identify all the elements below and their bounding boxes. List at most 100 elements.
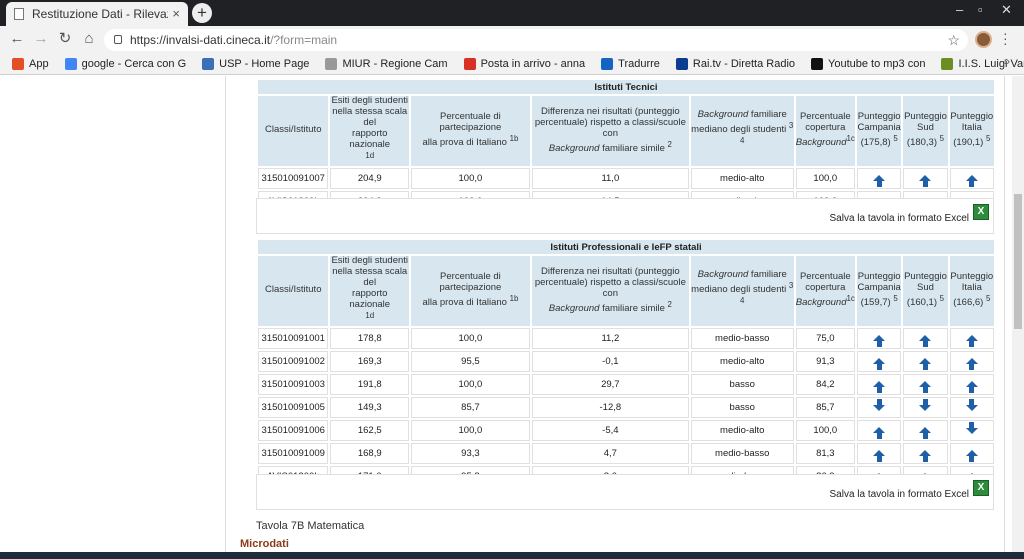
cell-punteggio [857, 396, 902, 418]
cell-id: 315010091003 [258, 373, 329, 395]
scrollbar-thumb[interactable] [1014, 194, 1022, 329]
bookmark-item[interactable]: Youtube to mp3 con [811, 57, 926, 70]
arrow-up-icon [965, 380, 978, 393]
cell-partecipazione: 100,0 [411, 373, 530, 395]
browser-tab[interactable]: Restituzione Dati - Rilevazioni na × [6, 2, 188, 26]
arrow-up-icon [965, 449, 978, 462]
page-content: Istituti Tecnici Classi/Istituto Esiti deg… [0, 76, 1012, 552]
address-bar[interactable]: https://invalsi-dati.cineca.it/?form=mai… [104, 29, 968, 51]
microdati-heading[interactable]: Microdati [240, 538, 289, 550]
cell-partecipazione: 100,0 [411, 327, 530, 349]
minimize-icon[interactable]: – [956, 2, 963, 17]
cell-id: 315010091002 [258, 350, 329, 372]
three-icon [811, 57, 824, 70]
profile-avatar[interactable] [975, 31, 992, 48]
lock-icon [114, 35, 122, 44]
title-bar: Restituzione Dati - Rilevazioni na × + –… [0, 0, 1024, 26]
bookmark-label: Rai.tv - Diretta Radio [692, 57, 796, 70]
restore-icon[interactable]: ▫ [978, 2, 983, 17]
close-window-icon[interactable]: ✕ [1001, 2, 1012, 18]
cell-partecipazione: 100,0 [411, 167, 530, 189]
cell-background: medio-alto [690, 419, 794, 441]
reload-icon[interactable]: ↻ [56, 30, 74, 48]
table-row: 315010091009 168,9 93,3 4,7 medio-basso 81,3 [258, 442, 994, 464]
close-tab-icon[interactable]: × [172, 6, 180, 21]
bookmark-label: Posta in arrivo - anna [480, 57, 586, 70]
school-icon [941, 57, 954, 70]
cell-esiti: 162,5 [330, 419, 409, 441]
bookmark-label: Youtube to mp3 con [828, 57, 926, 70]
header-copertura: Percentuale copertura Background1c [795, 96, 856, 166]
back-icon[interactable]: ← [8, 30, 26, 48]
tavola-link[interactable]: Tavola 7B Matematica [256, 520, 364, 532]
url-path: /?form=main [270, 33, 338, 47]
bookmark-label: I.I.S. Luigi Vanvitelli - [958, 57, 1024, 70]
save-excel-label[interactable]: Salva la tavola in formato Excel [829, 489, 969, 500]
bookmark-star-icon[interactable]: ☆ [947, 29, 960, 51]
bookmark-item[interactable]: MIUR - Regione Cam [325, 57, 448, 70]
cell-partecipazione: 93,3 [411, 442, 530, 464]
cell-punteggio [903, 396, 948, 418]
arrow-up-icon [873, 449, 886, 462]
bookmark-item[interactable]: App [12, 57, 49, 70]
forward-icon[interactable]: → [32, 30, 50, 48]
header-esiti: Esiti degli studenti nella stessa scala de… [330, 255, 409, 326]
cell-punteggio [857, 167, 902, 189]
cell-copertura: 84,2 [795, 373, 856, 395]
cell-id: 315010091007 [258, 167, 329, 189]
arrow-down-icon [965, 399, 978, 412]
cell-copertura: 100,0 [795, 167, 856, 189]
cell-id: 315010091009 [258, 442, 329, 464]
home-icon[interactable]: ⌂ [80, 30, 98, 48]
cell-punteggio [949, 419, 994, 441]
header-partecipazione: Percentuale di partecipazione alla prova d… [411, 96, 530, 166]
header-campania: Punteggio Campania (159,7) 5 [857, 256, 902, 326]
cell-background: basso [690, 373, 794, 395]
new-tab-button[interactable]: + [192, 3, 212, 23]
cell-punteggio [949, 373, 994, 395]
cell-esiti: 149,3 [330, 396, 409, 418]
arrow-up-icon [873, 334, 886, 347]
bookmark-label: Tradurre [618, 57, 660, 70]
header-italia: Punteggio Italia (190,1) 5 [949, 96, 994, 166]
cell-punteggio [903, 442, 948, 464]
cell-copertura: 85,7 [795, 396, 856, 418]
bookmark-item[interactable]: I.I.S. Luigi Vanvitelli - [941, 57, 1024, 70]
header-differenza: Differenza nei risultati (punteggio perce… [531, 256, 689, 326]
cell-esiti: 178,8 [330, 327, 409, 349]
excel-icon[interactable]: X [973, 204, 989, 220]
header-campania: Punteggio Campania (175,8) 5 [857, 96, 902, 166]
header-background: Background familiare mediano degli studen… [690, 256, 794, 326]
save-excel-label[interactable]: Salva la tavola in formato Excel [829, 213, 969, 224]
cell-punteggio [857, 327, 902, 349]
cell-punteggio [903, 327, 948, 349]
bookmark-label: App [29, 57, 49, 70]
cell-background: medio-alto [690, 350, 794, 372]
header-italia: Punteggio Italia (166,6) 5 [949, 256, 994, 326]
arrow-up-icon [873, 380, 886, 393]
bookmark-label: MIUR - Regione Cam [342, 57, 448, 70]
cell-esiti: 191,8 [330, 373, 409, 395]
bookmark-item[interactable]: Rai.tv - Diretta Radio [675, 57, 796, 70]
bookmark-item[interactable]: Posta in arrivo - anna [463, 57, 586, 70]
arrow-up-icon [919, 449, 932, 462]
bookmark-item[interactable]: google - Cerca con G [64, 57, 186, 70]
cell-partecipazione: 100,0 [411, 419, 530, 441]
bookmark-item[interactable]: USP - Home Page [202, 57, 310, 70]
apps-icon [12, 57, 24, 70]
section-title: Istituti Tecnici [258, 80, 994, 94]
bookmark-item[interactable]: Tradurre [601, 57, 660, 70]
cell-punteggio [949, 442, 994, 464]
header-sud: Punteggio Sud (180,3) 5 [903, 96, 948, 166]
menu-icon[interactable]: · · · [1003, 26, 1008, 50]
excel-icon[interactable]: X [973, 480, 989, 496]
cell-punteggio [857, 419, 902, 441]
arrow-up-icon [919, 380, 932, 393]
cell-punteggio [903, 419, 948, 441]
bookmark-label: USP - Home Page [219, 57, 310, 70]
content-border-left [225, 76, 226, 552]
more-bookmarks-icon[interactable]: » [1004, 56, 1010, 68]
cell-punteggio [857, 373, 902, 395]
arrow-down-icon [873, 399, 886, 412]
vertical-scrollbar[interactable] [1012, 76, 1024, 552]
